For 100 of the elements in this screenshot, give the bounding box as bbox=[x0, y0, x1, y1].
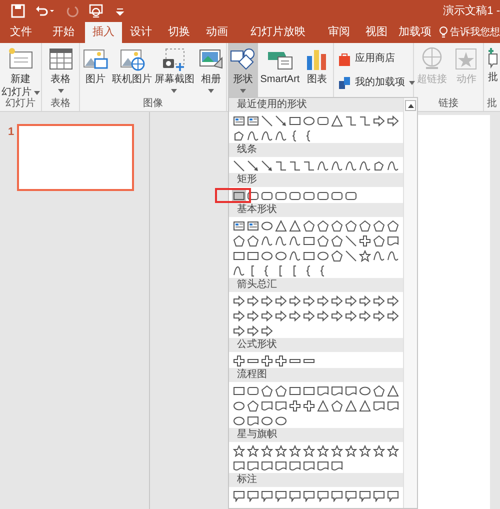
triangle-icon[interactable] bbox=[358, 398, 372, 413]
ribbon-button[interactable]: 图片 bbox=[80, 43, 110, 97]
block-arrow-icon[interactable] bbox=[260, 293, 274, 308]
ribbon-button[interactable]: 相册 bbox=[196, 43, 226, 97]
tell-me-search[interactable]: 告诉我您想 bbox=[450, 25, 500, 40]
polygon-icon[interactable] bbox=[358, 218, 372, 233]
plus-icon[interactable] bbox=[288, 398, 302, 413]
block-arrow-icon[interactable] bbox=[274, 293, 288, 308]
block-arrow-icon[interactable] bbox=[232, 293, 246, 308]
line-icon[interactable] bbox=[344, 248, 358, 263]
star-shape-icon[interactable] bbox=[288, 443, 302, 458]
ribbon-button[interactable]: 图表 bbox=[302, 43, 332, 97]
star-shape-icon[interactable] bbox=[372, 443, 386, 458]
line-icon[interactable] bbox=[344, 233, 358, 248]
block-arrow-icon[interactable] bbox=[372, 308, 386, 323]
block-arrow-icon[interactable] bbox=[344, 308, 358, 323]
ribbon-button[interactable]: 表格 bbox=[46, 43, 76, 97]
ribbon-tab[interactable]: 插入 bbox=[85, 22, 122, 43]
ribbon-tab[interactable]: 加载项 bbox=[395, 22, 435, 43]
arrow-line-icon[interactable] bbox=[246, 158, 260, 173]
ribbon-tab[interactable]: 动画 bbox=[198, 22, 236, 43]
polygon-icon[interactable] bbox=[316, 233, 330, 248]
star-shape-icon[interactable] bbox=[358, 443, 372, 458]
triangle-icon[interactable] bbox=[386, 383, 400, 398]
star-shape-icon[interactable] bbox=[330, 443, 344, 458]
star-shape-icon[interactable] bbox=[246, 443, 260, 458]
block-arrow-icon[interactable] bbox=[386, 113, 400, 128]
save-icon[interactable] bbox=[10, 3, 26, 19]
block-arrow-icon[interactable] bbox=[246, 293, 260, 308]
polygon-icon[interactable] bbox=[246, 398, 260, 413]
callout-icon[interactable] bbox=[316, 488, 330, 503]
line-icon[interactable] bbox=[232, 158, 246, 173]
block-arrow-icon[interactable] bbox=[344, 293, 358, 308]
ribbon-button[interactable]: 新建 幻灯片 bbox=[0, 43, 40, 97]
triangle-icon[interactable] bbox=[274, 218, 288, 233]
block-arrow-icon[interactable] bbox=[232, 323, 246, 338]
block-arrow-icon[interactable] bbox=[330, 293, 344, 308]
ribbon-button[interactable]: SmartArt bbox=[259, 43, 301, 97]
polygon-icon[interactable] bbox=[330, 398, 344, 413]
star-shape-icon[interactable] bbox=[260, 443, 274, 458]
callout-icon[interactable] bbox=[288, 488, 302, 503]
star-shape-icon[interactable] bbox=[316, 443, 330, 458]
callout-icon[interactable] bbox=[246, 488, 260, 503]
polygon-icon[interactable] bbox=[246, 233, 260, 248]
ribbon-tab[interactable]: 视图 bbox=[358, 22, 395, 43]
ribbon-tab[interactable]: 幻灯片放映 bbox=[236, 22, 320, 43]
ribbon-button[interactable]: 联机图片 bbox=[110, 43, 153, 97]
plus-icon[interactable] bbox=[260, 353, 274, 368]
star-shape-icon[interactable] bbox=[344, 443, 358, 458]
ribbon-tab[interactable]: 切换 bbox=[160, 22, 198, 43]
star-shape-icon[interactable] bbox=[302, 443, 316, 458]
block-arrow-icon[interactable] bbox=[260, 308, 274, 323]
block-arrow-icon[interactable] bbox=[386, 293, 400, 308]
block-arrow-icon[interactable] bbox=[260, 323, 274, 338]
triangle-icon[interactable] bbox=[316, 398, 330, 413]
polygon-icon[interactable] bbox=[344, 218, 358, 233]
block-arrow-icon[interactable] bbox=[316, 308, 330, 323]
callout-icon[interactable] bbox=[358, 488, 372, 503]
plus-icon[interactable] bbox=[358, 233, 372, 248]
ribbon-button[interactable]: 我的加载项 bbox=[337, 74, 413, 90]
callout-icon[interactable] bbox=[302, 488, 316, 503]
polygon-icon[interactable] bbox=[232, 233, 246, 248]
polygon-icon[interactable] bbox=[330, 248, 344, 263]
ribbon-button[interactable]: 屏幕截图 bbox=[153, 43, 196, 97]
block-arrow-icon[interactable] bbox=[358, 308, 372, 323]
block-arrow-icon[interactable] bbox=[358, 293, 372, 308]
callout-icon[interactable] bbox=[232, 488, 246, 503]
scroll-up-button[interactable] bbox=[405, 100, 416, 111]
ribbon-button[interactable]: 应用商店 bbox=[337, 50, 413, 66]
callout-icon[interactable] bbox=[372, 488, 386, 503]
ribbon-tab[interactable]: 文件 bbox=[0, 22, 42, 43]
polygon-icon[interactable] bbox=[330, 218, 344, 233]
polygon-icon[interactable] bbox=[372, 218, 386, 233]
ribbon-tab[interactable]: 设计 bbox=[122, 22, 160, 43]
block-arrow-icon[interactable] bbox=[274, 308, 288, 323]
block-arrow-icon[interactable] bbox=[386, 308, 400, 323]
block-arrow-icon[interactable] bbox=[316, 293, 330, 308]
slide-thumbnail[interactable] bbox=[17, 124, 134, 191]
plus-icon[interactable] bbox=[302, 398, 316, 413]
polygon-icon[interactable] bbox=[372, 233, 386, 248]
block-arrow-icon[interactable] bbox=[302, 293, 316, 308]
star-shape-icon[interactable] bbox=[386, 443, 400, 458]
ribbon-button[interactable]: 形状 bbox=[228, 43, 258, 97]
star-shape-icon[interactable] bbox=[274, 443, 288, 458]
callout-icon[interactable] bbox=[260, 488, 274, 503]
triangle-icon[interactable] bbox=[288, 218, 302, 233]
plus-icon[interactable] bbox=[232, 353, 246, 368]
ribbon-tab[interactable]: 审阅 bbox=[320, 22, 358, 43]
block-arrow-icon[interactable] bbox=[232, 308, 246, 323]
arrow-line-icon[interactable] bbox=[260, 158, 274, 173]
star-shape-icon[interactable] bbox=[232, 443, 246, 458]
star-shape-icon[interactable] bbox=[358, 248, 372, 263]
triangle-icon[interactable] bbox=[330, 113, 344, 128]
polygon-icon[interactable] bbox=[386, 218, 400, 233]
arrow-line-icon[interactable] bbox=[274, 113, 288, 128]
polygon-icon[interactable] bbox=[330, 233, 344, 248]
block-arrow-icon[interactable] bbox=[288, 293, 302, 308]
polygon-icon[interactable] bbox=[302, 218, 316, 233]
callout-icon[interactable] bbox=[274, 488, 288, 503]
block-arrow-icon[interactable] bbox=[330, 308, 344, 323]
